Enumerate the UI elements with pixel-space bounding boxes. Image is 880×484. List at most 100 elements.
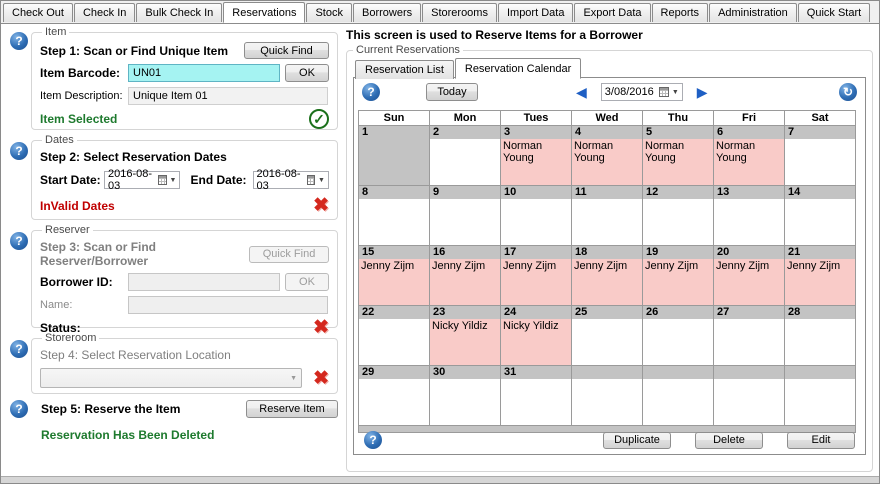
borrower-id-label: Borrower ID: — [40, 275, 128, 289]
day-number: 28 — [785, 306, 855, 319]
day-number: 10 — [501, 186, 571, 199]
reservation-entry: Norman Young — [643, 139, 713, 185]
item-barcode-ok-button[interactable]: OK — [285, 64, 329, 82]
tab-stock[interactable]: Stock — [306, 3, 352, 22]
tab-export-data[interactable]: Export Data — [574, 3, 650, 22]
tab-check-in[interactable]: Check In — [74, 3, 135, 22]
item-quick-find-button[interactable]: Quick Find — [244, 42, 329, 59]
calendar-day-cell[interactable] — [643, 366, 714, 426]
tab-administration[interactable]: Administration — [709, 3, 797, 22]
reservation-entry: Norman Young — [501, 139, 571, 185]
calendar-day-cell[interactable]: 20Jenny Zijm — [714, 246, 785, 306]
calendar-day-cell[interactable]: 7 — [785, 126, 856, 186]
calendar-day-cell[interactable]: 25 — [572, 306, 643, 366]
calendar-date-picker[interactable]: 3/08/2016 ▼ — [601, 83, 683, 101]
refresh-icon[interactable]: ↻ — [839, 83, 857, 101]
calendar-day-cell[interactable]: 6Norman Young — [714, 126, 785, 186]
calendar-day-cell[interactable]: 15Jenny Zijm — [359, 246, 430, 306]
calendar-date-value: 3/08/2016 — [605, 86, 659, 98]
calendar-day-cell[interactable]: 17Jenny Zijm — [501, 246, 572, 306]
calendar-icon — [158, 175, 167, 185]
calendar-day-cell[interactable] — [785, 366, 856, 426]
item-groupbox: Item Step 1: Scan or Find Unique Item Qu… — [31, 26, 338, 130]
calendar-day-cell[interactable]: 1 — [359, 126, 430, 186]
next-month-arrow[interactable]: ▶ — [691, 84, 714, 101]
reservation-entry: Nicky Yildiz — [430, 319, 500, 365]
calendar-day-cell[interactable]: 16Jenny Zijm — [430, 246, 501, 306]
calendar-day-cell[interactable]: 22 — [359, 306, 430, 366]
borrower-ok-button[interactable]: OK — [285, 273, 329, 291]
calendar-day-cell[interactable]: 2 — [430, 126, 501, 186]
tab-reservation-calendar[interactable]: Reservation Calendar — [455, 58, 581, 79]
item-description-input[interactable] — [128, 87, 328, 105]
storeroom-combobox[interactable]: ▼ — [40, 368, 302, 388]
delete-button[interactable]: Delete — [695, 432, 763, 449]
calendar-day-cell[interactable]: 8 — [359, 186, 430, 246]
tab-storerooms[interactable]: Storerooms — [422, 3, 497, 22]
help-icon[interactable]: ? — [10, 142, 28, 160]
calendar-day-cell[interactable]: 30 — [430, 366, 501, 426]
calendar-day-cell[interactable]: 18Jenny Zijm — [572, 246, 643, 306]
end-date-picker[interactable]: 2016-08-03 ▼ — [253, 171, 329, 189]
tab-import-data[interactable]: Import Data — [498, 3, 573, 22]
tab-reports[interactable]: Reports — [652, 3, 709, 22]
help-icon[interactable]: ? — [10, 400, 28, 418]
tab-reservation-list[interactable]: Reservation List — [355, 60, 454, 79]
borrower-id-input[interactable] — [128, 273, 280, 291]
calendar-day-cell[interactable]: 27 — [714, 306, 785, 366]
edit-button[interactable]: Edit — [787, 432, 855, 449]
today-button[interactable]: Today — [426, 83, 478, 101]
reservation-entry: Norman Young — [572, 139, 642, 185]
calendar-day-cell[interactable]: 21Jenny Zijm — [785, 246, 856, 306]
tab-check-out[interactable]: Check Out — [3, 3, 73, 22]
day-number: 12 — [643, 186, 713, 199]
tab-quick-start[interactable]: Quick Start — [798, 3, 870, 22]
day-number: 2 — [430, 126, 500, 139]
day-header-fri: Fri — [714, 111, 785, 126]
day-number — [714, 366, 784, 379]
borrower-name-input[interactable] — [128, 296, 328, 314]
help-icon[interactable]: ? — [10, 32, 28, 50]
step3-title: Step 3: Scan or Find Reserver/Borrower — [40, 240, 249, 268]
reserver-quick-find-button[interactable]: Quick Find — [249, 246, 329, 263]
calendar-day-cell[interactable] — [572, 366, 643, 426]
duplicate-button[interactable]: Duplicate — [603, 432, 671, 449]
prev-month-arrow[interactable]: ◀ — [570, 84, 593, 101]
day-number: 9 — [430, 186, 500, 199]
day-number: 1 — [359, 126, 429, 139]
calendar-day-cell[interactable]: 28 — [785, 306, 856, 366]
tab-borrowers[interactable]: Borrowers — [353, 3, 421, 22]
tab-reservations[interactable]: Reservations — [223, 2, 305, 23]
day-number: 15 — [359, 246, 429, 259]
calendar-day-cell[interactable]: 26 — [643, 306, 714, 366]
calendar-day-cell[interactable]: 23Nicky Yildiz — [430, 306, 501, 366]
calendar-day-cell[interactable]: 3Norman Young — [501, 126, 572, 186]
day-number: 19 — [643, 246, 713, 259]
calendar-day-cell[interactable]: 12 — [643, 186, 714, 246]
reserve-item-button[interactable]: Reserve Item — [246, 400, 338, 418]
day-body — [714, 319, 784, 365]
calendar-day-cell[interactable]: 31 — [501, 366, 572, 426]
calendar-day-cell[interactable]: 13 — [714, 186, 785, 246]
help-icon[interactable]: ? — [364, 431, 382, 449]
help-icon[interactable]: ? — [362, 83, 380, 101]
calendar-day-cell[interactable]: 14 — [785, 186, 856, 246]
day-body — [785, 139, 855, 185]
item-barcode-input[interactable] — [128, 64, 280, 82]
calendar-day-cell[interactable]: 10 — [501, 186, 572, 246]
tab-bulk-check-in[interactable]: Bulk Check In — [136, 3, 222, 22]
calendar-day-cell[interactable]: 4Norman Young — [572, 126, 643, 186]
start-date-picker[interactable]: 2016-08-03 ▼ — [104, 171, 180, 189]
help-icon[interactable]: ? — [10, 340, 28, 358]
dates-groupbox: Dates Step 2: Select Reservation Dates S… — [31, 134, 338, 220]
reserve-status-text: Reservation Has Been Deleted — [41, 428, 214, 442]
help-icon[interactable]: ? — [10, 232, 28, 250]
calendar-day-cell[interactable]: 24Nicky Yildiz — [501, 306, 572, 366]
calendar-actions-bar: ? Duplicate Delete Edit — [354, 429, 865, 451]
calendar-day-cell[interactable]: 9 — [430, 186, 501, 246]
calendar-day-cell[interactable]: 5Norman Young — [643, 126, 714, 186]
calendar-day-cell[interactable] — [714, 366, 785, 426]
calendar-day-cell[interactable]: 19Jenny Zijm — [643, 246, 714, 306]
calendar-day-cell[interactable]: 11 — [572, 186, 643, 246]
calendar-day-cell[interactable]: 29 — [359, 366, 430, 426]
